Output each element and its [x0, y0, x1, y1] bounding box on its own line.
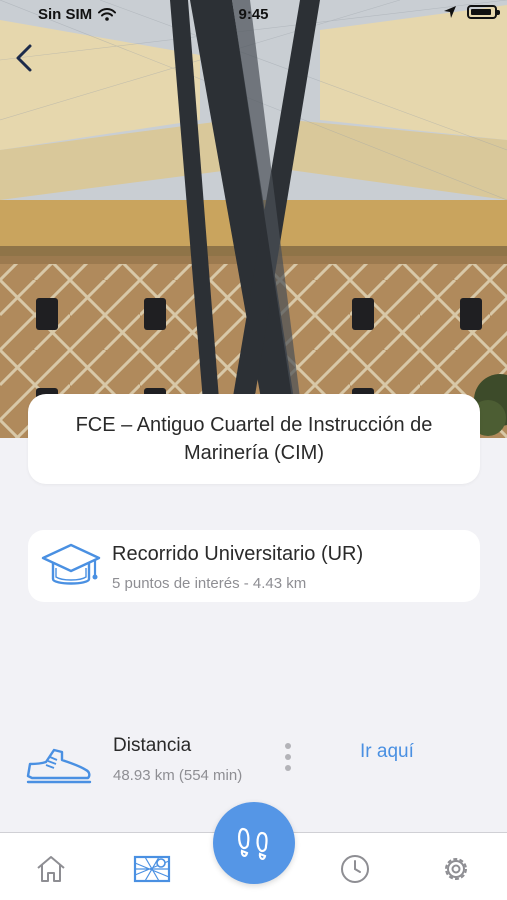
settings-icon: [445, 858, 467, 880]
back-button[interactable]: [6, 38, 42, 78]
tab-settings[interactable]: [436, 849, 476, 889]
footsteps-icon: [238, 827, 268, 860]
building-photo: [0, 0, 507, 438]
tab-history[interactable]: [335, 849, 375, 889]
tab-home[interactable]: [31, 849, 71, 889]
battery-icon: [467, 5, 500, 19]
route-title: Recorrido Universitario (UR): [112, 543, 364, 565]
distance-value: 48.93 km (554 min): [113, 767, 243, 784]
home-icon: [37, 856, 65, 882]
clock-icon: [341, 855, 369, 883]
route-card[interactable]: Recorrido Universitario (UR) 5 puntos de…: [28, 530, 480, 602]
tab-map[interactable]: [132, 849, 172, 889]
go-here-button[interactable]: Ir aquí: [360, 741, 414, 763]
chevron-left-icon: [16, 44, 32, 72]
location-arrow-icon: [444, 6, 456, 18]
shoe-icon: [26, 748, 92, 784]
status-time: 9:45: [238, 6, 269, 23]
status-right-group: [443, 5, 500, 19]
status-bar: Sin SIM 9:45: [0, 0, 507, 30]
place-title-card: FCE – Antiguo Cuartel de Instrucción de …: [28, 394, 480, 484]
distance-label: Distancia: [113, 735, 192, 756]
route-subtitle: 5 puntos de interés - 4.43 km: [112, 575, 307, 592]
place-title: FCE – Antiguo Cuartel de Instrucción de …: [75, 414, 433, 464]
graduation-cap-icon: [41, 543, 101, 585]
map-icon: [133, 855, 171, 883]
more-vertical-icon[interactable]: [278, 740, 298, 774]
hero-image: [0, 0, 507, 438]
start-walk-button[interactable]: [213, 802, 295, 884]
